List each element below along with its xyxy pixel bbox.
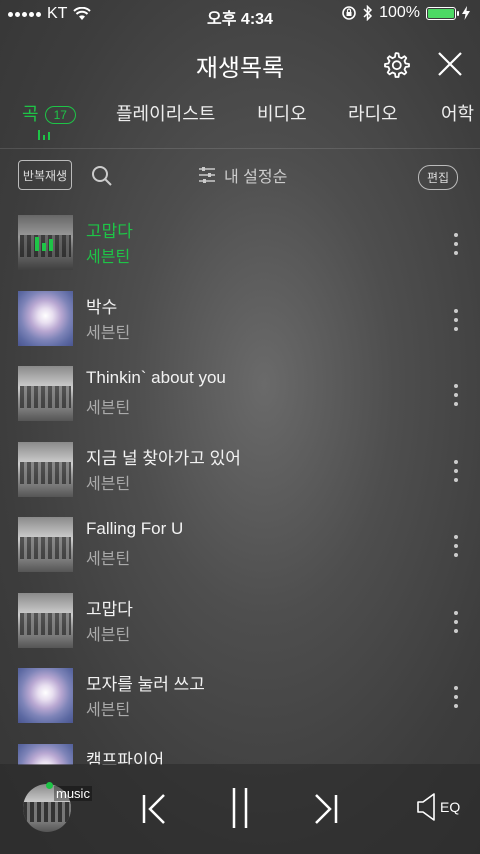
more-options-icon[interactable] (452, 384, 460, 406)
more-options-icon[interactable] (452, 535, 460, 557)
more-options-icon[interactable] (452, 610, 460, 633)
status-bar: KT 오후 4:34 100% (0, 0, 480, 28)
song-list: 고맙다 세븐틴 박수 세븐틴 Thinkin` about you 세븐틴 지금 널 찾아가… (0, 205, 480, 765)
rotation-lock-icon (342, 6, 356, 20)
song-count-badge: 17 (44, 106, 76, 125)
song-artist: 세븐틴 (86, 324, 131, 342)
song-title: 캠프파이어 (86, 750, 165, 766)
tab-songs[interactable]: 곡 17 (22, 100, 76, 126)
song-row[interactable]: 고맙다세븐틴 (0, 583, 480, 659)
close-icon[interactable] (436, 50, 464, 78)
next-icon[interactable] (312, 792, 340, 826)
song-artist: 세븐틴 (86, 702, 131, 719)
song-title: 지금 널 찾아가고 있어 (86, 448, 241, 468)
song-row[interactable]: 박수세븐틴 (0, 281, 480, 357)
tab-video[interactable]: 비디오 (257, 100, 307, 126)
song-title: Falling For U (86, 519, 184, 538)
album-art (18, 215, 73, 270)
more-options-icon[interactable] (452, 686, 460, 708)
header: 재생목록 (0, 40, 480, 88)
gear-icon[interactable] (381, 50, 411, 80)
repeat-button-label: 반복재생 (22, 168, 68, 183)
speaker-icon (417, 793, 435, 821)
sort-label: 내 설정순 (224, 169, 288, 186)
song-row[interactable]: 지금 널 찾아가고 있어세븐틴 (0, 432, 480, 508)
song-artist: 세븐틴 (86, 626, 131, 644)
song-title: 고맙다 (86, 599, 133, 619)
previous-icon[interactable] (140, 792, 168, 826)
battery-icon (426, 6, 459, 20)
song-row[interactable]: Falling For U 세븐틴 (0, 507, 480, 583)
album-art (18, 441, 73, 497)
charging-icon (462, 6, 470, 20)
song-title: 모자를 눌러 쓰고 (86, 675, 205, 694)
search-icon[interactable] (91, 165, 113, 187)
album-art (18, 290, 73, 346)
bluetooth-icon (363, 5, 373, 21)
song-row[interactable]: 모자를 눌러 쓰고세븐틴 (0, 658, 480, 734)
tab-bar: 곡 17 플레이리스트 비디오 라디오 어학 (0, 96, 480, 149)
album-art (18, 366, 73, 421)
eq-button[interactable]: EQ (416, 792, 460, 822)
song-artist: 세븐틴 (86, 400, 131, 417)
song-artist: 세븐틴 (86, 249, 131, 266)
album-art (18, 668, 73, 723)
tab-playlist[interactable]: 플레이리스트 (116, 100, 215, 126)
player-status-dot (46, 782, 53, 789)
song-title: 고맙다 (86, 222, 133, 241)
song-row[interactable]: Thinkin` about you 세븐틴 (0, 356, 480, 432)
tab-radio[interactable]: 라디오 (348, 100, 398, 126)
tab-language[interactable]: 어학 (441, 100, 474, 126)
eq-label: EQ (440, 799, 461, 815)
more-options-icon[interactable] (452, 308, 460, 331)
sort-button[interactable]: 내 설정순 (198, 163, 287, 187)
sliders-icon (199, 167, 215, 183)
song-row[interactable]: 고맙다세븐틴 (0, 205, 480, 281)
list-toolbar: 반복재생 내 설정순 편집 (0, 158, 480, 198)
pause-icon[interactable] (228, 786, 252, 830)
repeat-button[interactable]: 반복재생 (18, 160, 72, 190)
mini-player: music EQ (0, 764, 480, 854)
song-title: Thinkin` about you (86, 368, 226, 387)
album-art (18, 592, 73, 648)
album-art (18, 743, 73, 765)
status-right: 100% (341, 4, 470, 22)
more-options-icon[interactable] (452, 233, 460, 255)
now-playing-indicator-icon (38, 128, 50, 140)
battery-percent: 100% (379, 4, 420, 21)
playing-bars-icon (35, 235, 53, 251)
edit-button[interactable]: 편집 (418, 165, 459, 190)
album-art (18, 517, 73, 572)
player-source-label: music (54, 786, 92, 801)
song-artist: 세븐틴 (86, 551, 131, 568)
song-title: 박수 (86, 297, 118, 317)
song-artist: 세븐틴 (86, 475, 131, 493)
tab-songs-label: 곡 (22, 104, 39, 124)
more-options-icon[interactable] (452, 459, 460, 482)
song-row[interactable]: 캠프파이어 (0, 734, 480, 766)
